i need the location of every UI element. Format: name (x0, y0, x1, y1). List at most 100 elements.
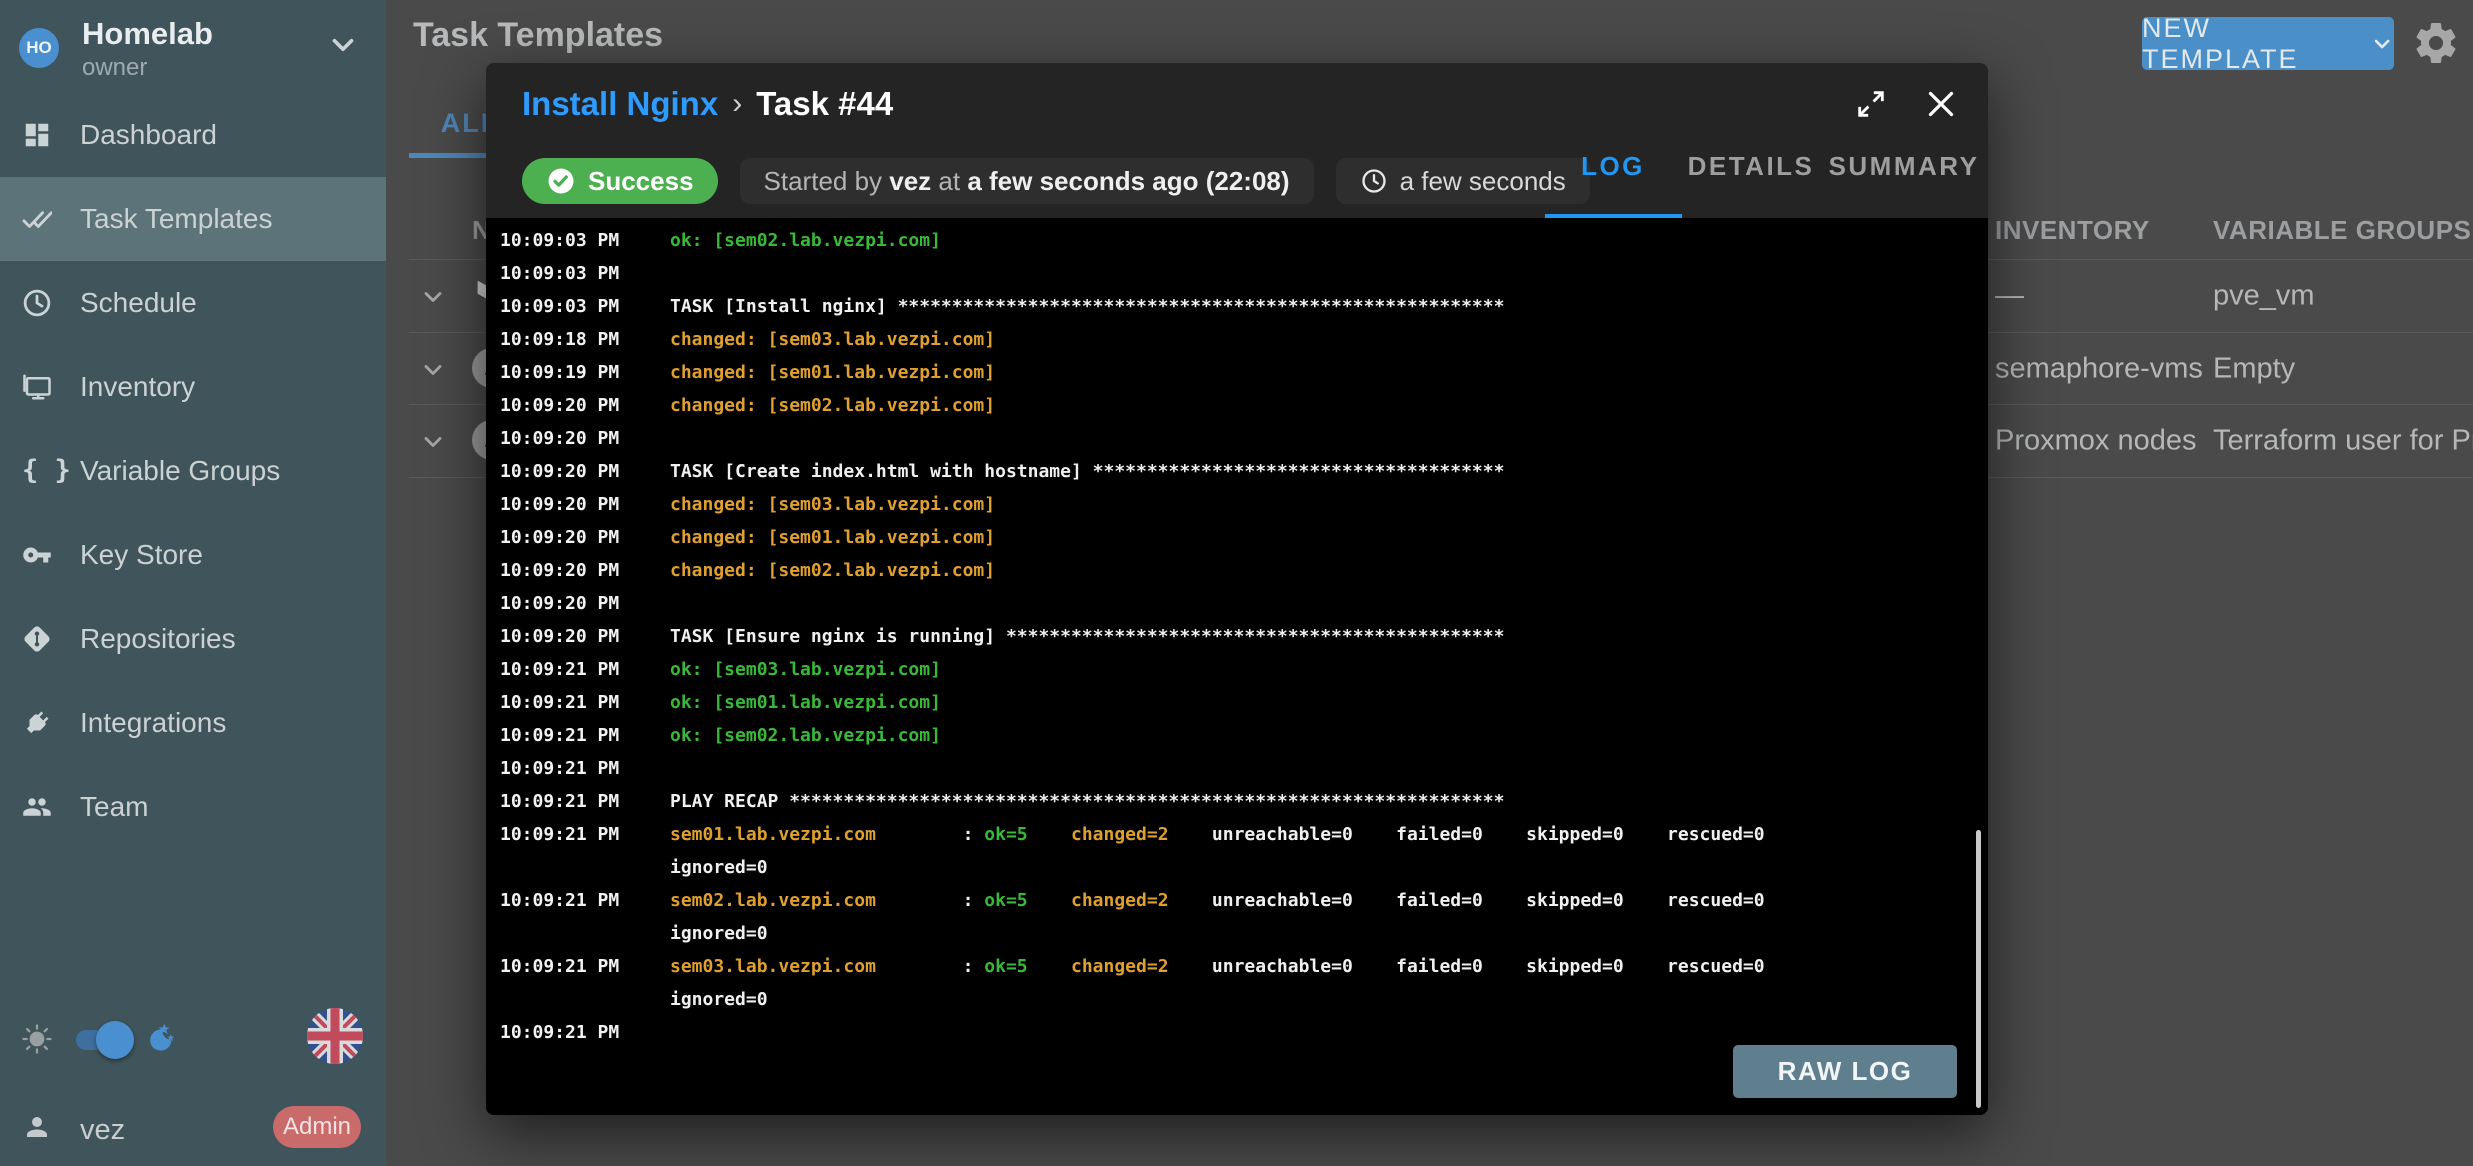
language-flag-uk[interactable] (307, 1008, 363, 1064)
clock-icon (1360, 167, 1388, 195)
log-timestamp (500, 983, 670, 1016)
breadcrumb-separator: › (732, 87, 742, 121)
cell-inventory: — (1995, 279, 2024, 312)
log-output: 10:09:03 PMok: [sem02.lab.vezpi.com]10:0… (500, 224, 1988, 1049)
sidebar-item-label: Variable Groups (80, 455, 280, 487)
log-row: 10:09:21 PMsem01.lab.vezpi.com : ok=5 ch… (500, 818, 1988, 851)
log-row: ignored=0 (500, 917, 1988, 950)
log-timestamp: 10:09:03 PM (500, 224, 670, 257)
log-timestamp: 10:09:20 PM (500, 389, 670, 422)
git-icon (22, 624, 52, 654)
clock-icon (22, 288, 52, 318)
cell-variable-groups: pve_vm (2213, 279, 2315, 312)
sidebar-item-team[interactable]: Team (0, 765, 386, 849)
cell-variable-groups: Empty (2213, 352, 2295, 385)
close-icon[interactable] (1923, 86, 1959, 122)
workspace-role: owner (82, 54, 147, 82)
log-timestamp: 10:09:20 PM (500, 455, 670, 488)
log-row: 10:09:19 PMchanged: [sem01.lab.vezpi.com… (500, 356, 1988, 389)
sidebar-item-key-store[interactable]: Key Store (0, 513, 386, 597)
tab-details[interactable]: DETAILS (1688, 151, 1815, 182)
log-timestamp: 10:09:03 PM (500, 290, 670, 323)
log-row: 10:09:20 PM (500, 422, 1988, 455)
log-line-text: ok: [sem02.lab.vezpi.com] (670, 719, 941, 752)
task-dialog: Install Nginx › Task #44 Success Started… (486, 63, 1988, 1115)
log-timestamp: 10:09:18 PM (500, 323, 670, 356)
sidebar-item-inventory[interactable]: Inventory (0, 345, 386, 429)
log-timestamp (500, 851, 670, 884)
log-timestamp: 10:09:21 PM (500, 653, 670, 686)
sidebar: HO Homelab owner Dashboard Task Template… (0, 0, 386, 1166)
log-panel: 10:09:03 PMok: [sem02.lab.vezpi.com]10:0… (486, 218, 1988, 1115)
tab-log[interactable]: LOG (1581, 151, 1645, 182)
cell-inventory: Proxmox nodes (1995, 424, 2197, 457)
sidebar-item-schedule[interactable]: Schedule (0, 261, 386, 345)
tab-summary[interactable]: SUMMARY (1829, 151, 1980, 182)
sidebar-item-task-templates[interactable]: Task Templates (0, 177, 386, 261)
log-row: 10:09:21 PMok: [sem03.lab.vezpi.com] (500, 653, 1988, 686)
raw-log-button[interactable]: RAW LOG (1733, 1045, 1957, 1098)
sidebar-nav: Dashboard Task Templates Schedule Invent… (0, 93, 386, 849)
new-template-label: NEW TEMPLATE (2142, 13, 2360, 75)
sidebar-item-label: Integrations (80, 707, 226, 739)
sidebar-item-label: Inventory (80, 371, 195, 403)
log-line-text: changed: [sem01.lab.vezpi.com] (670, 356, 995, 389)
dialog-breadcrumb: Install Nginx › Task #44 (522, 85, 893, 123)
log-timestamp: 10:09:21 PM (500, 686, 670, 719)
log-row: 10:09:03 PMok: [sem02.lab.vezpi.com] (500, 224, 1988, 257)
log-line-text: changed: [sem03.lab.vezpi.com] (670, 323, 995, 356)
sidebar-item-repositories[interactable]: Repositories (0, 597, 386, 681)
log-row: 10:09:03 PMTASK [Install nginx] ********… (500, 290, 1988, 323)
task-id: Task #44 (756, 85, 893, 123)
sidebar-item-label: Dashboard (80, 119, 217, 151)
workspace-switcher[interactable]: HO Homelab owner (0, 0, 386, 100)
column-header-variable-groups: VARIABLE GROUPS (2213, 215, 2471, 246)
people-icon (22, 792, 52, 822)
log-row: 10:09:21 PMsem03.lab.vezpi.com : ok=5 ch… (500, 950, 1988, 983)
dark-mode-toggle[interactable] (76, 1030, 130, 1050)
log-timestamp: 10:09:03 PM (500, 257, 670, 290)
new-template-button[interactable]: NEW TEMPLATE (2142, 17, 2394, 70)
log-row: 10:09:21 PM (500, 752, 1988, 785)
sun-icon (20, 1022, 54, 1061)
log-row: 10:09:20 PMTASK [Ensure nginx is running… (500, 620, 1988, 653)
duration-label: a few seconds (1400, 166, 1566, 197)
log-scrollbar[interactable] (1976, 830, 1981, 1108)
cell-inventory: semaphore-vms (1995, 352, 2203, 385)
log-timestamp: 10:09:20 PM (500, 587, 670, 620)
log-timestamp: 10:09:20 PM (500, 620, 670, 653)
sidebar-item-integrations[interactable]: Integrations (0, 681, 386, 765)
sidebar-item-dashboard[interactable]: Dashboard (0, 93, 386, 177)
chevron-down-icon[interactable] (419, 356, 447, 389)
log-line-text: PLAY RECAP *****************************… (670, 785, 1504, 818)
log-line-text: ok: [sem03.lab.vezpi.com] (670, 653, 941, 686)
started-connector: at (931, 166, 967, 197)
log-row: 10:09:20 PMchanged: [sem03.lab.vezpi.com… (500, 488, 1988, 521)
log-timestamp: 10:09:21 PM (500, 752, 670, 785)
chevron-down-icon[interactable] (419, 428, 447, 461)
template-link[interactable]: Install Nginx (522, 85, 718, 123)
task-status-row: Success Started by vez at a few seconds … (522, 158, 1590, 204)
started-time: a few seconds ago (22:08) (967, 166, 1289, 197)
braces-icon: { } (22, 456, 52, 486)
toggle-thumb (96, 1021, 134, 1059)
log-row: 10:09:20 PMchanged: [sem02.lab.vezpi.com… (500, 554, 1988, 587)
log-row: 10:09:18 PMchanged: [sem03.lab.vezpi.com… (500, 323, 1988, 356)
user-row[interactable]: vez Admin (0, 1104, 386, 1156)
sidebar-item-variable-groups[interactable]: { } Variable Groups (0, 429, 386, 513)
log-line-text: TASK [Create index.html with hostname] *… (670, 455, 1504, 488)
check-circle-icon (546, 166, 576, 196)
log-timestamp: 10:09:20 PM (500, 521, 670, 554)
gear-icon[interactable] (2412, 19, 2460, 67)
log-row: 10:09:21 PMok: [sem02.lab.vezpi.com] (500, 719, 1988, 752)
workspace-avatar: HO (19, 28, 59, 68)
chevron-down-icon[interactable] (419, 283, 447, 316)
expand-icon[interactable] (1854, 87, 1888, 121)
log-timestamp: 10:09:21 PM (500, 1016, 670, 1049)
sidebar-item-label: Repositories (80, 623, 236, 655)
status-badge: Success (522, 158, 718, 204)
log-timestamp: 10:09:21 PM (500, 785, 670, 818)
log-line-text: changed: [sem01.lab.vezpi.com] (670, 521, 995, 554)
chevron-down-icon (2370, 31, 2394, 57)
log-line-text: changed: [sem02.lab.vezpi.com] (670, 389, 995, 422)
